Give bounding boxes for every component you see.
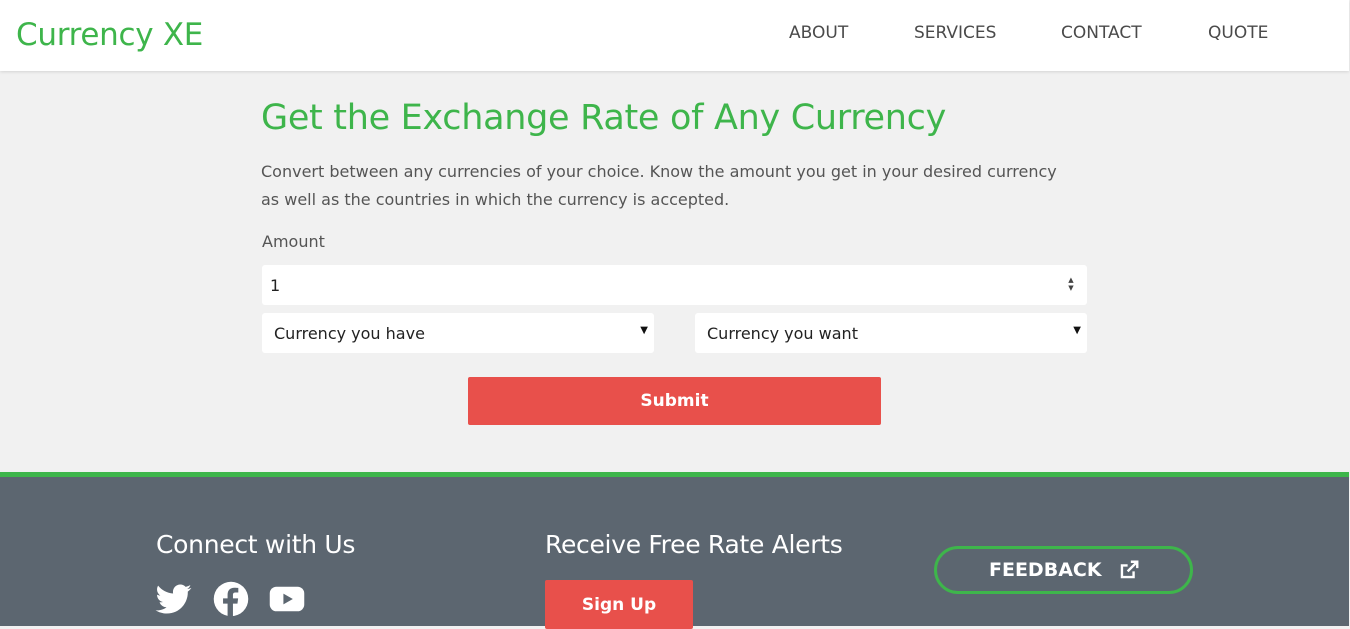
feedback-button[interactable]: FEEDBACK: [934, 546, 1193, 594]
amount-label: Amount: [262, 232, 325, 251]
currency-have-select[interactable]: Currency you have ▼: [262, 313, 654, 353]
submit-button[interactable]: Submit: [468, 377, 881, 425]
alerts-heading: Receive Free Rate Alerts: [545, 530, 843, 559]
amount-value: 1: [270, 276, 281, 295]
feedback-label: FEEDBACK: [989, 559, 1102, 581]
youtube-icon[interactable]: [268, 581, 306, 617]
nav-about-link[interactable]: ABOUT: [789, 23, 848, 43]
connect-heading: Connect with Us: [156, 530, 356, 559]
nav-services-link[interactable]: SERVICES: [914, 23, 996, 43]
currency-want-value: Currency you want: [707, 324, 858, 343]
currency-have-value: Currency you have: [274, 324, 425, 343]
footer: Connect with Us Receive Free Rate Alerts…: [0, 472, 1349, 629]
twitter-icon[interactable]: [155, 581, 193, 617]
chevron-down-icon: ▼: [640, 325, 648, 336]
currency-want-select[interactable]: Currency you want ▼: [695, 313, 1087, 353]
amount-input[interactable]: 1 ▲ ▼: [262, 265, 1087, 305]
sign-up-button[interactable]: Sign Up: [545, 580, 693, 629]
nav-contact-link[interactable]: CONTACT: [1061, 23, 1142, 43]
chevron-down-icon: ▼: [1073, 325, 1081, 336]
page-title: Get the Exchange Rate of Any Currency: [261, 98, 947, 138]
nav-quote-link[interactable]: QUOTE: [1208, 23, 1268, 43]
intro-text: Convert between any currencies of your c…: [261, 162, 1057, 209]
amount-stepper[interactable]: ▲ ▼: [1065, 276, 1077, 294]
top-navbar: Currency XE ABOUT SERVICES CONTACT QUOTE: [0, 0, 1349, 71]
facebook-icon[interactable]: [212, 581, 250, 617]
external-link-icon: [1120, 560, 1139, 579]
brand-logo[interactable]: Currency XE: [16, 17, 203, 53]
